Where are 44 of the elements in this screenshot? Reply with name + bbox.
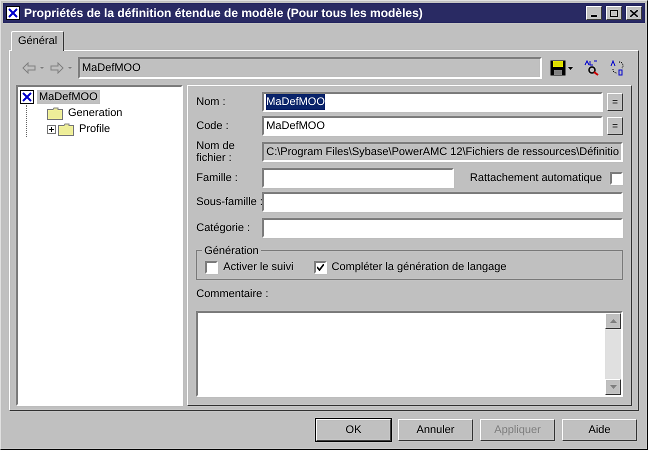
checkbox-label: Activer le suivi: [223, 260, 294, 275]
scrollbar[interactable]: [605, 312, 621, 395]
maximize-icon: [610, 10, 618, 16]
field-label: Nom de fichier :: [196, 140, 236, 164]
category-field[interactable]: [262, 218, 623, 238]
subfamily-field[interactable]: [262, 192, 623, 212]
scroll-up-icon[interactable]: [605, 312, 621, 328]
folder-icon: [58, 122, 74, 136]
close-icon: [630, 10, 638, 16]
dialog-button[interactable]: Annuler: [398, 419, 473, 441]
check-icon: [316, 264, 324, 270]
folder-icon: [47, 106, 63, 120]
checkbox[interactable]: [610, 172, 623, 184]
checkbox-label: Compléter la génération de langage: [332, 260, 506, 275]
checkbox[interactable]: [314, 260, 327, 274]
scroll-down-icon[interactable]: [605, 379, 621, 395]
definition-icon: [20, 90, 34, 104]
code-field[interactable]: MaDefMOO: [262, 116, 603, 136]
tree-item[interactable]: Generation: [66, 106, 124, 120]
field-label: Commentaire :: [196, 287, 270, 302]
field-label: Famille :: [196, 170, 239, 186]
minimize-button[interactable]: [586, 6, 602, 20]
field-label: Nom :: [196, 94, 227, 110]
save-icon[interactable]: [550, 60, 574, 76]
dialog-button[interactable]: OK: [316, 419, 391, 441]
equal-button[interactable]: =: [607, 117, 623, 135]
window-title: Propriétés de la définition étendue de modèle (Pour tous les modèles): [24, 5, 424, 22]
tab[interactable]: Général: [11, 31, 64, 51]
tree-item[interactable]: MaDefMOO: [37, 90, 100, 104]
name-field[interactable]: MaDefMOO: [262, 92, 603, 112]
maximize-button[interactable]: [606, 6, 622, 20]
expand-icon[interactable]: [47, 124, 56, 134]
close-button[interactable]: [626, 6, 642, 20]
field-label: Code :: [196, 118, 230, 134]
checkbox-label: Rattachement automatique: [468, 170, 602, 186]
app-icon: [6, 6, 20, 20]
path-field: MaDefMOO: [78, 57, 542, 79]
comment-field[interactable]: [196, 310, 623, 397]
checkbox[interactable]: [205, 260, 218, 274]
dialog-button[interactable]: Aide: [562, 419, 637, 441]
tree-item[interactable]: Profile: [77, 122, 112, 136]
family-field[interactable]: [262, 168, 454, 188]
equal-button[interactable]: =: [607, 93, 623, 111]
field-label: Catégorie :: [196, 220, 252, 236]
